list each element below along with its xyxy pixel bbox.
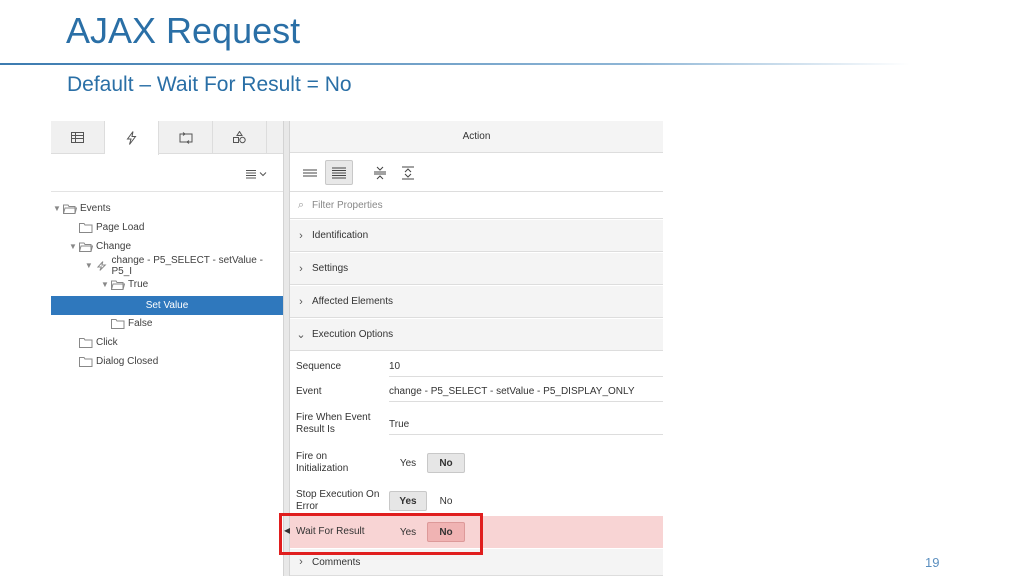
tree-node-label: change - P5_SELECT - setValue - P5_I [111, 254, 263, 277]
yes-option[interactable]: Yes [389, 491, 427, 511]
folder-open-icon [111, 280, 125, 290]
property-label: Fire When Event Result Is [296, 412, 371, 435]
sequence-input[interactable]: 10 [389, 361, 663, 377]
property-stop-execution: Stop Execution On Error Yes No [290, 489, 663, 515]
property-fire-on-init: Fire on Initialization Yes No [290, 451, 663, 477]
section-affected-elements[interactable]: › Affected Elements [290, 286, 663, 318]
tree-node-label: False [128, 318, 153, 329]
filter-placeholder: Filter Properties [312, 200, 383, 211]
section-label: Identification [312, 230, 369, 241]
yes-option[interactable]: Yes [389, 453, 427, 473]
process-icon [179, 131, 192, 144]
tree-node-label: Change [96, 241, 132, 252]
tab-dynamic-actions[interactable] [105, 121, 159, 155]
folder-open-icon [63, 204, 77, 214]
collapse-all-button[interactable] [366, 160, 394, 185]
property-toolbar [290, 154, 663, 192]
property-event: Event change - P5_SELECT - setValue - P5… [290, 386, 663, 408]
tree-node-set-value[interactable]: Set Value [51, 296, 283, 315]
collapse-icon [374, 166, 386, 179]
dense-lines-icon [332, 167, 346, 178]
tab-rendering[interactable] [51, 121, 105, 154]
folder-open-icon [79, 242, 93, 252]
section-label: Affected Elements [312, 296, 393, 307]
lightning-icon [126, 131, 137, 145]
table-icon [71, 132, 84, 143]
title-rule [0, 63, 910, 65]
filter-properties[interactable]: ⌕ Filter Properties [290, 193, 663, 219]
list-menu-icon [246, 170, 267, 179]
tree-node-events[interactable]: ▼ Events [51, 199, 111, 218]
no-option[interactable]: No [427, 453, 465, 473]
expand-icon [402, 166, 414, 179]
folder-icon [79, 356, 93, 367]
left-panel: ▼ Events Page Load ▼ Change ▼ change - P… [51, 121, 283, 576]
section-settings[interactable]: › Settings [290, 253, 663, 285]
tree-node-change-action[interactable]: ▼ change - P5_SELECT - setValue - P5_I [83, 254, 283, 277]
tree-node-label: Events [80, 203, 111, 214]
chevron-right-icon: › [299, 229, 303, 242]
left-divider [51, 191, 283, 192]
section-label: Comments [312, 556, 361, 568]
expand-all-button[interactable] [394, 160, 422, 185]
tree-node-click[interactable]: Click [79, 333, 118, 352]
expanded-triangle-icon[interactable]: ▼ [83, 261, 95, 270]
folder-icon [111, 318, 125, 329]
property-fire-when: Fire When Event Result Is True [290, 412, 663, 438]
property-label: Sequence [296, 361, 342, 372]
tab-processing[interactable] [159, 121, 213, 154]
chevron-right-icon: › [299, 262, 303, 275]
property-label: Stop Execution On Error [296, 489, 380, 512]
property-sequence: Sequence 10 [290, 361, 663, 383]
event-select[interactable]: change - P5_SELECT - setValue - P5_DISPL… [389, 386, 663, 402]
lightning-icon [96, 260, 107, 271]
property-label: Event [296, 386, 322, 397]
property-editor: Action ⌕ Filter Properties › Identificat… [290, 121, 663, 576]
expanded-triangle-icon[interactable]: ▼ [99, 280, 111, 289]
folder-icon [79, 337, 93, 348]
highlight-box [279, 513, 483, 555]
fire-on-init-toggle: Yes No [389, 453, 465, 473]
tree-menu-button[interactable] [243, 166, 271, 182]
chevron-down-icon: ⌄ [296, 329, 306, 341]
tree-node-page-load[interactable]: Page Load [79, 218, 144, 237]
section-label: Settings [312, 263, 349, 274]
page-number: 19 [925, 555, 940, 570]
property-editor-header: Action [290, 121, 663, 153]
section-execution-options[interactable]: ⌄ Execution Options [290, 319, 663, 351]
tree-node-change[interactable]: ▼ Change [67, 237, 131, 256]
section-identification[interactable]: › Identification [290, 220, 663, 252]
property-label: Fire on Initialization [296, 451, 349, 474]
panel-splitter[interactable] [283, 121, 290, 576]
section-label: Execution Options [312, 329, 394, 340]
tree-node-label: Click [96, 337, 118, 348]
tree-node-label: Page Load [96, 222, 145, 233]
slide-subtitle: Default – Wait For Result = No [67, 73, 352, 96]
chevron-right-icon: › [299, 556, 303, 568]
expanded-triangle-icon[interactable]: ▼ [51, 204, 63, 213]
tab-bar-fill [267, 121, 283, 153]
lines-icon [303, 169, 317, 176]
tree-node-true[interactable]: ▼ True [99, 275, 148, 294]
chevron-right-icon: › [299, 295, 303, 308]
tab-shared-components[interactable] [213, 121, 267, 154]
fire-when-select[interactable]: True [389, 419, 663, 435]
stop-execution-toggle: Yes No [389, 491, 465, 511]
show-all-button[interactable] [325, 160, 353, 185]
folder-icon [79, 222, 93, 233]
shapes-icon [233, 131, 246, 144]
tree-node-label: True [128, 279, 149, 290]
show-common-button[interactable] [296, 160, 324, 185]
tree-node-label: Set Value [145, 300, 189, 311]
no-option[interactable]: No [427, 491, 465, 511]
tab-bar [51, 121, 283, 155]
slide-title: AJAX Request [66, 10, 301, 51]
tree-node-label: Dialog Closed [96, 356, 159, 367]
tree-node-false[interactable]: False [111, 314, 152, 333]
tree-node-dialog-closed[interactable]: Dialog Closed [79, 352, 158, 371]
search-icon: ⌕ [297, 199, 305, 211]
expanded-triangle-icon[interactable]: ▼ [67, 242, 79, 251]
